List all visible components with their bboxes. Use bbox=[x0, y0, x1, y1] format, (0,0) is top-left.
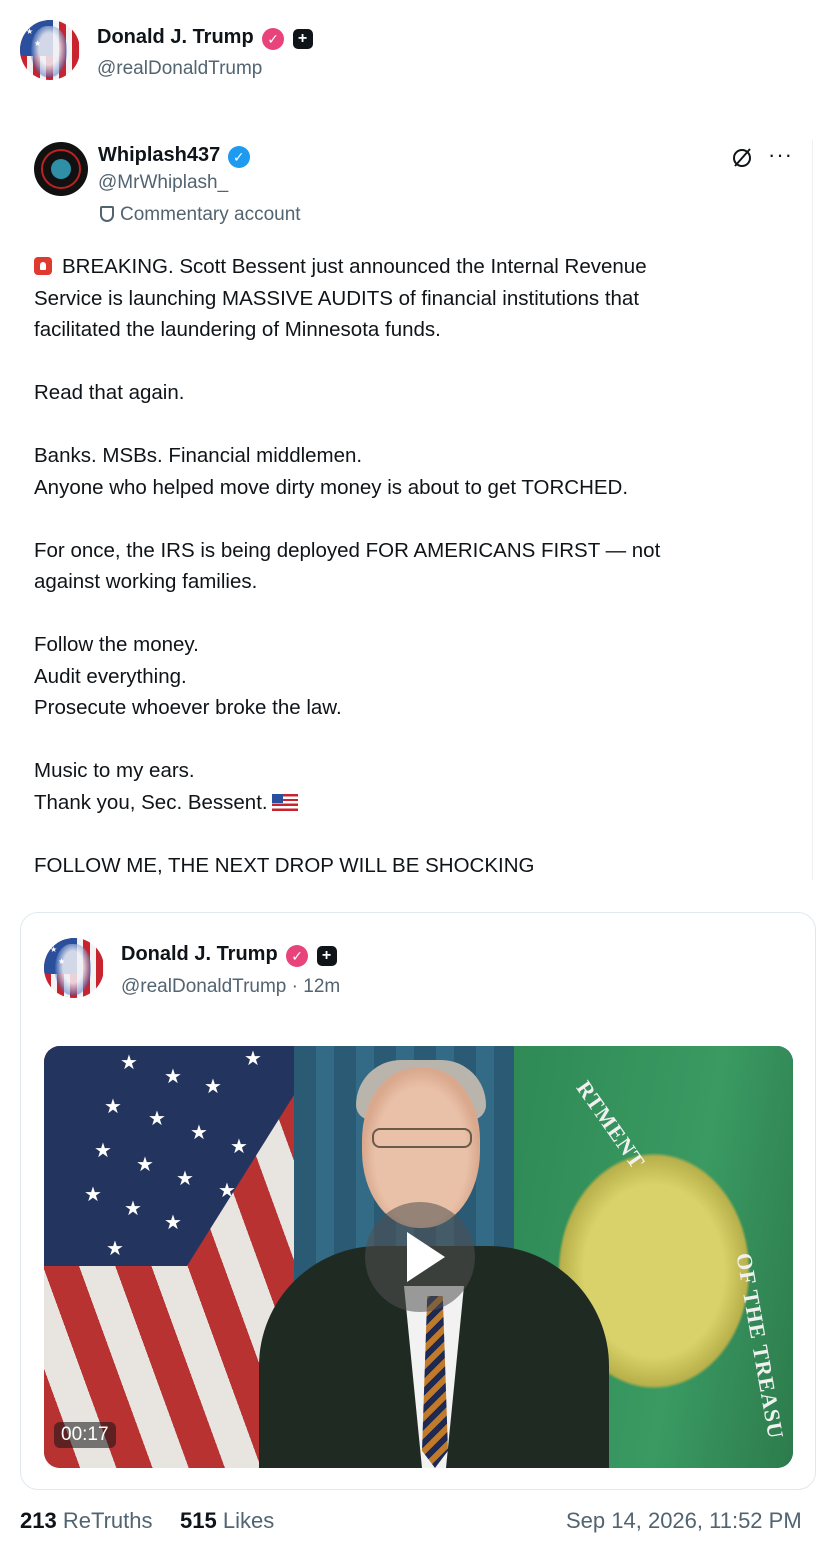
body-line: Anyone who helped move dirty money is ab… bbox=[34, 475, 629, 499]
retruths-count: 213 bbox=[20, 1508, 57, 1533]
quote-divider bbox=[812, 140, 813, 880]
verified-badge-icon: ✓ bbox=[227, 145, 250, 168]
card-handle-time[interactable]: @realDonaldTrump · 12m bbox=[121, 976, 340, 998]
author-handle[interactable]: @realDonaldTrump bbox=[97, 58, 262, 80]
retruths-label: ReTruths bbox=[62, 1508, 153, 1533]
body-line: FOLLOW ME, THE NEXT DROP WILL BE SHOCKIN… bbox=[34, 853, 535, 877]
card-avatar[interactable]: ★ ★ bbox=[44, 938, 104, 998]
quoted-avatar[interactable] bbox=[34, 142, 88, 196]
us-flag-icon bbox=[271, 793, 298, 811]
body-line: Read that again. bbox=[34, 381, 185, 404]
body-line: Thank you, Sec. Bessent. bbox=[34, 790, 268, 814]
retruths-stat[interactable]: 213 ReTruths bbox=[20, 1508, 153, 1534]
video-player[interactable]: ★ ★ ★ ★ ★ ★ ★ ★ ★ ★ ★ ★ ★ ★ ★ ★ RTMENT OF THE TREASU… bbox=[44, 1046, 793, 1468]
more-icon[interactable]: ··· bbox=[768, 142, 793, 168]
body-line: Audit everything. bbox=[34, 664, 187, 688]
quoted-handle[interactable]: @MrWhiplash_ bbox=[98, 172, 228, 194]
body-line: Prosecute whoever broke the law. bbox=[34, 696, 342, 719]
body-line: facilitated the laundering of Minnesota … bbox=[34, 318, 441, 341]
card-name-row: Donald J. Trump ✓ + bbox=[121, 943, 337, 967]
play-icon[interactable] bbox=[365, 1202, 475, 1312]
body-line: Follow the money. bbox=[34, 633, 199, 656]
body-line: For once, the IRS is being deployed FOR … bbox=[34, 538, 661, 562]
plus-square-icon: + bbox=[316, 945, 337, 966]
author-name[interactable]: Donald J. Trump bbox=[97, 26, 254, 48]
slash-circle-icon[interactable] bbox=[731, 146, 753, 168]
verified-badge-icon: ✓ bbox=[286, 944, 309, 967]
siren-icon bbox=[34, 257, 52, 275]
likes-label: Likes bbox=[222, 1508, 275, 1533]
author-avatar[interactable]: ★ ★ bbox=[20, 20, 80, 80]
quoted-name[interactable]: Whiplash437 bbox=[98, 144, 220, 166]
verified-badge-icon: ✓ bbox=[262, 27, 285, 50]
speaker-glasses bbox=[372, 1128, 472, 1148]
quoted-name-row: Whiplash437 ✓ bbox=[98, 144, 250, 168]
body-line: Music to my ears. bbox=[34, 759, 195, 782]
author-name-row: Donald J. Trump ✓ + bbox=[97, 26, 313, 50]
commentary-label-text: Commentary account bbox=[120, 204, 301, 225]
likes-stat[interactable]: 515 Likes bbox=[180, 1508, 274, 1534]
commentary-label: Commentary account bbox=[100, 204, 301, 226]
video-duration: 00:17 bbox=[54, 1422, 116, 1448]
plus-square-icon: + bbox=[292, 28, 313, 49]
body-line: Service is launching MASSIVE AUDITS of f… bbox=[34, 286, 640, 310]
quoted-body: BREAKING. Scott Bessent just announced t… bbox=[34, 251, 794, 881]
body-line: BREAKING. Scott Bessent just announced t… bbox=[62, 255, 647, 278]
post-timestamp[interactable]: Sep 14, 2026, 11:52 PM bbox=[566, 1508, 802, 1534]
body-line: Banks. MSBs. Financial middlemen. bbox=[34, 444, 363, 467]
card-name[interactable]: Donald J. Trump bbox=[121, 943, 278, 965]
body-line: against working families. bbox=[34, 570, 258, 593]
shield-icon bbox=[100, 206, 114, 222]
likes-count: 515 bbox=[180, 1508, 217, 1533]
